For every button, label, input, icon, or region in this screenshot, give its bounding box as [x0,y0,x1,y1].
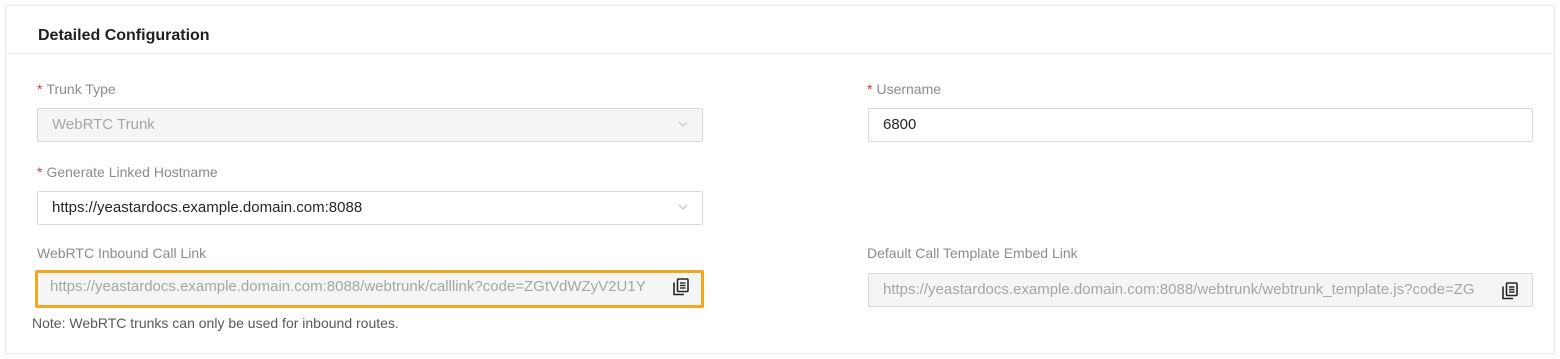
username-value: 6800 [883,116,917,133]
required-mark: * [867,81,873,97]
username-label-text: Username [876,81,942,97]
required-mark: * [37,81,43,97]
section-title: Detailed Configuration [38,27,210,44]
chevron-down-icon [678,204,688,210]
generate-linked-hostname-label-text: Generate Linked Hostname [46,164,218,180]
chevron-down-icon [678,121,688,127]
trunk-type-label: * Trunk Type [37,80,116,98]
trunk-type-label-text: Trunk Type [46,81,116,97]
default-call-template-embed-link-value: https://yeastardocs.example.domain.com:8… [883,281,1475,298]
default-call-template-embed-link-label: Default Call Template Embed Link [867,245,1078,261]
trunk-type-value: WebRTC Trunk [52,116,155,133]
copy-icon[interactable] [1502,282,1518,300]
card-header: Detailed Configuration [6,6,1554,54]
trunk-type-select[interactable]: WebRTC Trunk [37,108,703,142]
generate-linked-hostname-label: * Generate Linked Hostname [37,163,218,181]
default-call-template-embed-link-field[interactable]: https://yeastardocs.example.domain.com:8… [868,273,1533,307]
inbound-call-link-value: https://yeastardocs.example.domain.com:8… [50,278,646,295]
username-input[interactable]: 6800 [868,108,1533,142]
copy-icon[interactable] [673,278,689,296]
username-label: * Username [867,80,941,98]
generate-linked-hostname-select[interactable]: https://yeastardocs.example.domain.com:8… [37,191,703,225]
generate-linked-hostname-value: https://yeastardocs.example.domain.com:8… [52,199,363,216]
inbound-call-link-field[interactable]: https://yeastardocs.example.domain.com:8… [35,270,704,308]
required-mark: * [37,164,43,180]
inbound-routes-note: Note: WebRTC trunks can only be used for… [32,315,399,331]
inbound-call-link-label: WebRTC Inbound Call Link [37,245,207,261]
